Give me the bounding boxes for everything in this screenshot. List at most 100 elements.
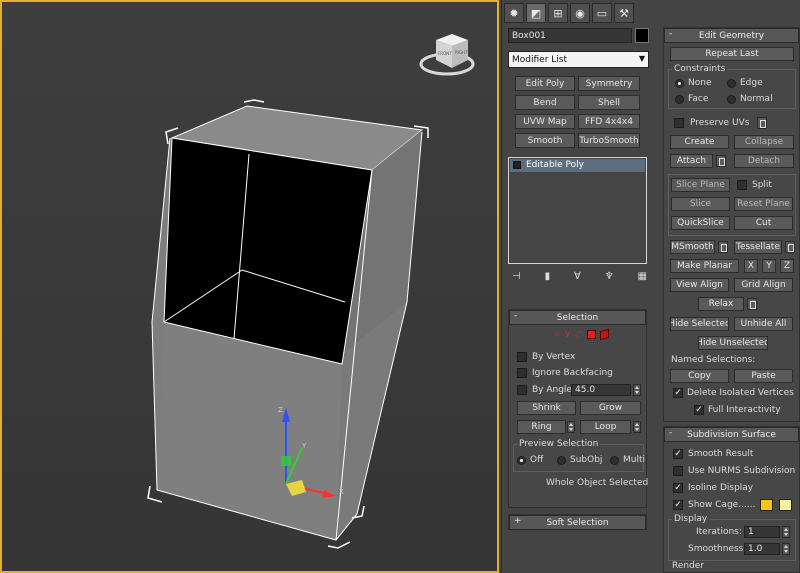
constraint-edge-radio[interactable] — [727, 79, 736, 88]
smoothness-field[interactable]: 1.0 — [744, 543, 780, 555]
delete-isolated-checkbox[interactable]: ✓ — [673, 388, 683, 398]
repeat-last-button[interactable]: Repeat Last — [670, 47, 794, 61]
grid-align-button[interactable]: Grid Align — [734, 278, 793, 292]
constraint-normal-radio[interactable] — [727, 95, 736, 104]
modify-icon[interactable]: ◩ — [526, 3, 546, 23]
relax-button[interactable]: Relax — [698, 297, 744, 311]
full-interactivity-checkbox[interactable]: ✓ — [694, 405, 704, 415]
hide-unselected-button[interactable]: Hide Unselected — [698, 336, 768, 350]
tessellate-settings-icon[interactable] — [785, 241, 795, 253]
cut-button[interactable]: Cut — [734, 216, 793, 230]
cage-color-swatch-1[interactable] — [760, 499, 773, 511]
preview-subobj-radio[interactable] — [557, 456, 566, 465]
element-mode-icon[interactable] — [600, 328, 609, 341]
vertex-mode-icon[interactable]: ⁘ — [553, 330, 561, 344]
reset-plane-button[interactable]: Reset Plane — [734, 197, 793, 211]
create-button[interactable]: Create — [670, 135, 729, 149]
attach-settings-icon[interactable] — [716, 155, 726, 167]
modifier-stack[interactable]: Editable Poly — [508, 157, 647, 264]
paste-button[interactable]: Paste — [734, 369, 793, 383]
object-color-swatch[interactable] — [635, 28, 649, 43]
stack-toolbar: ⊣ ▮ ∀ ♆ ▦ — [512, 271, 647, 287]
viewcube[interactable]: FRONT RIGHT — [419, 34, 475, 76]
preserve-uvs-settings-icon[interactable] — [757, 117, 767, 129]
soft-selection-header[interactable]: + Soft Selection — [509, 515, 646, 530]
modifier-list-dropdown[interactable]: Modifier List ▼ — [508, 51, 649, 68]
ring-button[interactable]: Ring — [517, 420, 566, 434]
loop-button[interactable]: Loop — [580, 420, 631, 434]
isoline-display-checkbox[interactable]: ✓ — [673, 483, 683, 493]
split-checkbox[interactable] — [737, 180, 747, 190]
collapse-button[interactable]: Collapse — [734, 135, 794, 149]
show-end-result-icon[interactable]: ▮ — [545, 271, 551, 287]
hide-selected-button[interactable]: Hide Selected — [670, 317, 729, 331]
pin-stack-icon[interactable]: ⊣ — [512, 271, 521, 287]
smooth-result-checkbox[interactable]: ✓ — [673, 449, 683, 459]
perspective-viewport[interactable]: Z Y X FRONT RIGHT — [0, 0, 499, 573]
object-name-field[interactable]: Box001 — [508, 28, 632, 43]
utilities-icon[interactable]: ⚒ — [614, 3, 634, 23]
ffd-4x4x4-button[interactable]: FFD 4x4x4 — [578, 114, 640, 129]
iterations-spinner[interactable] — [782, 526, 790, 538]
symmetry-button[interactable]: Symmetry — [578, 76, 640, 91]
use-nurms-checkbox[interactable] — [673, 466, 683, 476]
constraint-none-radio[interactable] — [675, 79, 684, 88]
remove-modifier-icon[interactable]: ♆ — [605, 271, 614, 287]
border-mode-icon[interactable]: ◌ — [575, 330, 583, 344]
named-selections-label: Named Selections: — [671, 355, 756, 365]
tessellate-button[interactable]: Tessellate — [734, 240, 782, 254]
attach-button[interactable]: Attach — [670, 154, 713, 168]
planar-z-button[interactable]: Z — [780, 259, 794, 273]
relax-settings-icon[interactable] — [747, 298, 757, 310]
planar-y-button[interactable]: Y — [762, 259, 776, 273]
loop-spinner[interactable] — [633, 421, 641, 433]
show-cage-checkbox[interactable]: ✓ — [673, 500, 683, 510]
subdivision-surface-header[interactable]: - Subdivision Surface — [664, 427, 799, 442]
hierarchy-icon[interactable]: ⊞ — [548, 3, 568, 23]
uvw-map-button[interactable]: UVW Map — [515, 114, 575, 129]
configure-sets-icon[interactable]: ▦ — [638, 271, 647, 287]
smooth-button[interactable]: Smooth — [515, 133, 575, 148]
viewport-canvas[interactable]: Z Y X FRONT RIGHT — [2, 2, 497, 571]
slice-plane-button[interactable]: Slice Plane — [671, 178, 730, 192]
polygon-mode-icon[interactable] — [587, 330, 596, 339]
smoothness-spinner[interactable] — [782, 543, 790, 555]
turbosmooth-button[interactable]: TurboSmooth — [578, 133, 640, 148]
view-align-button[interactable]: View Align — [670, 278, 729, 292]
preview-off-radio[interactable] — [517, 456, 526, 465]
chevron-down-icon[interactable]: ▼ — [639, 54, 645, 63]
by-angle-checkbox[interactable] — [517, 385, 527, 395]
iterations-field[interactable]: 1 — [744, 526, 780, 538]
edit-poly-button[interactable]: Edit Poly — [515, 76, 575, 91]
display-icon[interactable]: ▭ — [592, 3, 612, 23]
detach-button[interactable]: Detach — [734, 154, 794, 168]
by-vertex-checkbox[interactable] — [517, 352, 527, 362]
bend-button[interactable]: Bend — [515, 95, 575, 110]
create-icon[interactable]: ✹ — [504, 3, 524, 23]
shrink-button[interactable]: Shrink — [517, 401, 576, 415]
quickslice-button[interactable]: QuickSlice — [671, 216, 730, 230]
ring-spinner[interactable] — [567, 421, 575, 433]
msmooth-settings-icon[interactable] — [718, 241, 728, 253]
msmooth-button[interactable]: MSmooth — [670, 240, 715, 254]
preserve-uvs-checkbox[interactable] — [674, 118, 684, 128]
planar-x-button[interactable]: X — [744, 259, 758, 273]
constraint-face-radio[interactable] — [675, 95, 684, 104]
preview-multi-radio[interactable] — [610, 456, 619, 465]
make-unique-icon[interactable]: ∀ — [574, 271, 581, 287]
grow-button[interactable]: Grow — [580, 401, 641, 415]
cage-color-swatch-2[interactable] — [779, 499, 792, 511]
make-planar-button[interactable]: Make Planar — [670, 259, 739, 273]
unhide-all-button[interactable]: Unhide All — [734, 317, 793, 331]
edit-geometry-header[interactable]: - Edit Geometry — [664, 28, 799, 43]
by-angle-field[interactable]: 45.0 — [571, 384, 631, 396]
ignore-backfacing-checkbox[interactable] — [517, 368, 527, 378]
copy-button[interactable]: Copy — [670, 369, 729, 383]
shell-button[interactable]: Shell — [578, 95, 640, 110]
edge-mode-icon[interactable]: ⋎ — [565, 330, 572, 344]
stack-item-editable-poly[interactable]: Editable Poly — [510, 159, 645, 172]
motion-icon[interactable]: ◉ — [570, 3, 590, 23]
by-angle-spinner[interactable] — [633, 384, 641, 396]
slice-button[interactable]: Slice — [671, 197, 730, 211]
selection-rollout-header[interactable]: - Selection — [509, 310, 646, 325]
